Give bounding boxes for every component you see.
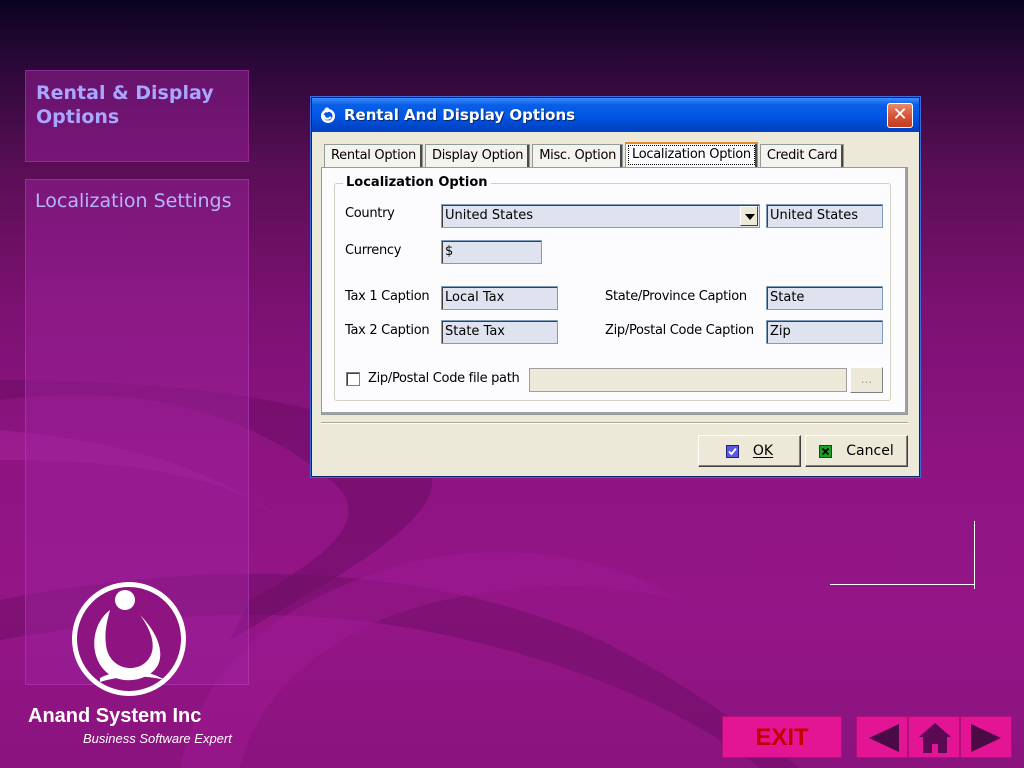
- home-button[interactable]: [908, 716, 960, 758]
- slide-title-box: Rental & Display Options: [25, 70, 249, 162]
- localization-group: Localization Option Country United State…: [334, 175, 891, 401]
- dialog-titlebar[interactable]: Rental And Display Options ✕: [312, 98, 919, 132]
- zipfile-checkbox[interactable]: [346, 372, 360, 386]
- tax1-label: Tax 1 Caption: [345, 289, 430, 304]
- localization-tab-panel: Localization Option Country United State…: [321, 167, 908, 415]
- cancel-x-icon: [819, 444, 833, 458]
- zipfile-path-input[interactable]: [529, 368, 847, 392]
- state-caption-label: State/Province Caption: [605, 289, 747, 304]
- home-icon: [919, 723, 951, 753]
- tab-rental-option[interactable]: Rental Option: [324, 144, 423, 168]
- cancel-button[interactable]: Cancel: [805, 435, 908, 467]
- prev-button[interactable]: [856, 716, 908, 758]
- zipfile-label: Zip/Postal Code file path: [368, 371, 520, 386]
- decor-horizontal-line: [830, 584, 975, 585]
- country-select-value: United States: [445, 208, 534, 223]
- chevron-down-icon[interactable]: [740, 206, 758, 226]
- currency-input[interactable]: $: [441, 240, 542, 264]
- tab-localization-option[interactable]: Localization Option: [625, 142, 758, 168]
- close-icon[interactable]: ✕: [887, 103, 913, 128]
- next-arrow-icon: [971, 724, 1001, 752]
- tax1-input[interactable]: Local Tax: [441, 286, 558, 310]
- company-logo-icon: [72, 582, 186, 696]
- country-label: Country: [345, 206, 395, 221]
- check-icon: [725, 444, 739, 458]
- rental-display-options-dialog: Rental And Display Options ✕ Rental Opti…: [311, 97, 920, 477]
- currency-label: Currency: [345, 243, 402, 258]
- app-icon: [321, 107, 335, 123]
- zip-caption-input[interactable]: Zip: [766, 320, 883, 344]
- decor-vertical-line: [974, 521, 975, 589]
- country-select[interactable]: United States: [441, 204, 760, 228]
- zip-caption-label: Zip/Postal Code Caption: [605, 323, 754, 338]
- country-display-field[interactable]: United States: [766, 204, 883, 228]
- company-name: Anand System Inc: [28, 705, 202, 727]
- company-tagline: Business Software Expert: [83, 731, 232, 746]
- prev-arrow-icon: [869, 724, 899, 752]
- browse-button[interactable]: ...: [850, 367, 883, 393]
- section-label: Localization Settings: [35, 190, 232, 212]
- tax2-label: Tax 2 Caption: [345, 323, 430, 338]
- slide-title: Rental & Display Options: [36, 82, 214, 128]
- tax2-input[interactable]: State Tax: [441, 320, 558, 344]
- dialog-separator: [321, 422, 908, 424]
- ok-label: OK: [752, 443, 774, 459]
- tab-strip: Rental Option Display Option Misc. Optio…: [324, 142, 846, 168]
- tab-display-option[interactable]: Display Option: [424, 144, 531, 168]
- next-button[interactable]: [960, 716, 1012, 758]
- exit-button[interactable]: EXIT: [722, 716, 842, 758]
- state-caption-input[interactable]: State: [766, 286, 883, 310]
- tab-misc-option[interactable]: Misc. Option: [532, 144, 624, 168]
- group-title: Localization Option: [343, 175, 491, 190]
- tab-credit-card[interactable]: Credit Card: [759, 144, 845, 168]
- dialog-title: Rental And Display Options: [344, 106, 576, 124]
- ok-button[interactable]: OK: [698, 435, 801, 467]
- cancel-label: Cancel: [846, 443, 894, 459]
